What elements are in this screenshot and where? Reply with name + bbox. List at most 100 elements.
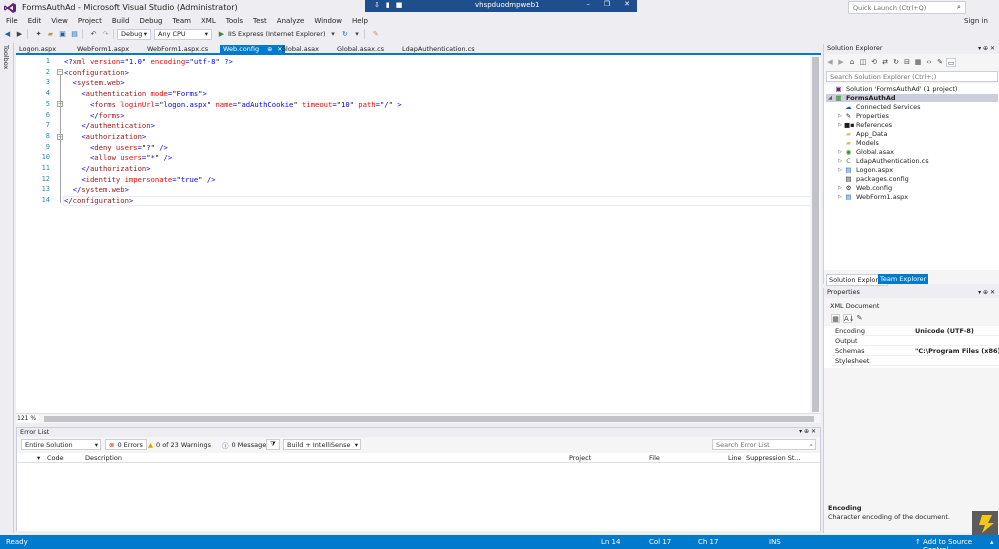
property-row-stylesheet[interactable]: Stylesheet (832, 356, 999, 366)
remote-session-bar[interactable]: ⇩ ▮ ■ vhspduodmpweb1 – ❐ ✕ (365, 0, 637, 12)
collapse-all-icon[interactable]: ⊟ (902, 58, 912, 67)
tab-webform1-aspx[interactable]: WebForm1.aspx (74, 45, 129, 54)
refresh-icon[interactable]: ↻ (891, 58, 901, 67)
save-icon[interactable]: ▣ (58, 30, 67, 39)
tree-item-project[interactable]: ◢ ▦ FormsAuthAd (826, 94, 998, 102)
forward-icon[interactable]: ▶ (836, 58, 846, 67)
menu-xml[interactable]: XML (201, 17, 216, 25)
menu-view[interactable]: View (51, 17, 68, 25)
horizontal-scrollbar-thumb[interactable] (44, 416, 814, 422)
property-value[interactable]: "C:\Program Files (x86)\Micro (915, 347, 999, 355)
tab-global-asax[interactable]: Global.asax (278, 45, 319, 54)
pin-icon[interactable]: ⊕ (983, 289, 988, 296)
preview-icon[interactable]: ▭ (946, 58, 956, 67)
tree-item-app-data[interactable]: ▰ App_Data (836, 130, 887, 138)
expander-icon[interactable]: ▷ (836, 167, 844, 173)
properties-icon[interactable]: ✎ (935, 58, 945, 67)
back-icon[interactable]: ◀ (825, 58, 835, 67)
sign-in-link[interactable]: Sign in (964, 17, 988, 25)
restore-remote-icon[interactable]: ❐ (601, 0, 613, 8)
error-list-title-bar[interactable]: Error List ▾ ⊕ ✕ (17, 428, 820, 437)
tab-team-explorer[interactable]: Team Explorer (878, 274, 929, 284)
chevron-down-icon[interactable]: ▾ (978, 289, 981, 296)
expanded-arrow-icon[interactable]: ◢ (826, 95, 834, 101)
menu-team[interactable]: Team (172, 17, 191, 25)
tab-web-config[interactable]: Web.config ⊕ ✕ (220, 45, 286, 54)
messages-filter-button[interactable]: ⓘ 0 Messages (219, 439, 273, 450)
filter-column-icon[interactable]: ▾ (37, 454, 40, 462)
error-list-search-input[interactable]: Search Error List ⌕ (712, 439, 816, 450)
platform-dropdown[interactable]: Any CPU ▾ (154, 28, 212, 40)
properties-title-bar[interactable]: Properties ▾ ⊕ ✕ (824, 288, 999, 298)
property-row-encoding[interactable]: Encoding Unicode (UTF-8) (832, 326, 999, 336)
filter-toggle-button[interactable]: ⧩ (266, 439, 280, 450)
undo-icon[interactable]: ↶ (89, 30, 98, 39)
menu-debug[interactable]: Debug (139, 17, 162, 25)
column-line[interactable]: Line (728, 454, 742, 462)
property-row-schemas[interactable]: Schemas "C:\Program Files (x86)\Micro (832, 346, 999, 356)
editor-vertical-scrollbar[interactable] (810, 55, 821, 423)
open-file-icon[interactable]: ▰ (46, 30, 55, 39)
tab-webform1-aspx-cs[interactable]: WebForm1.aspx.cs (144, 45, 208, 54)
tree-item-logon-aspx[interactable]: ▷ ▤ Logon.aspx (836, 166, 893, 174)
tab-global-asax-cs[interactable]: Global.asax.cs (334, 45, 384, 54)
refresh-icon[interactable]: ↻ (340, 30, 349, 39)
show-all-files-icon[interactable]: ▦ (913, 58, 923, 67)
chevron-down-icon[interactable]: ▾ (799, 428, 802, 435)
zoom-level-dropdown[interactable]: 121 % (17, 415, 39, 423)
expander-icon[interactable]: ▷ (836, 158, 844, 164)
switch-views-icon[interactable]: ◫ (858, 58, 868, 67)
properties-object-selector[interactable]: XML Document (830, 302, 879, 310)
tree-item-global-asax[interactable]: ▷ ◉ Global.asax (836, 148, 894, 156)
warnings-filter-button[interactable]: ▲ 0 of 23 Warnings (145, 439, 214, 450)
pin-icon[interactable]: ⊕ (983, 45, 988, 52)
configuration-dropdown[interactable]: Debug ▾ (117, 28, 151, 40)
close-icon[interactable]: ✕ (990, 289, 995, 296)
tab-ldap-authentication-cs[interactable]: LdapAuthentication.cs (399, 45, 475, 54)
expander-icon[interactable]: ▷ (836, 113, 844, 119)
collapse-icon[interactable]: − (57, 134, 63, 140)
forward-icon[interactable]: ▶ (15, 30, 24, 39)
new-project-icon[interactable]: ✦ (34, 30, 43, 39)
pin-icon[interactable]: ⊕ (267, 46, 272, 53)
run-icon[interactable]: ▶ (217, 30, 226, 39)
chevron-up-icon[interactable]: ▴ (990, 538, 994, 546)
tree-item-references[interactable]: ▷ ■▪ References (836, 121, 892, 129)
column-project[interactable]: Project (569, 454, 591, 462)
menu-project[interactable]: Project (78, 17, 102, 25)
tree-item-solution[interactable]: ▣ Solution 'FormsAuthAd' (1 project) (826, 85, 957, 93)
menu-analyze[interactable]: Analyze (277, 17, 305, 25)
pin-icon[interactable]: ⇩ (371, 1, 383, 9)
expander-icon[interactable]: ▷ (836, 149, 844, 155)
add-to-source-control-button[interactable]: Add to Source Control (923, 538, 999, 549)
tree-item-connected-services[interactable]: ☁ Connected Services (836, 103, 920, 111)
home-icon[interactable]: ⌂ (847, 58, 857, 67)
close-icon[interactable]: ✕ (811, 428, 816, 435)
menu-window[interactable]: Window (314, 17, 342, 25)
expander-icon[interactable]: ▷ (836, 122, 844, 128)
tree-item-properties[interactable]: ▷ ✎ Properties (836, 112, 889, 120)
search-icon[interactable]: ⌕ (957, 3, 961, 12)
tree-item-ldap-authentication-cs[interactable]: ▷ C LdapAuthentication.cs (836, 157, 929, 165)
property-value[interactable]: Unicode (UTF-8) (915, 327, 999, 335)
save-all-icon[interactable]: ▤ (70, 30, 79, 39)
tree-item-packages-config[interactable]: ▤ packages.config (836, 175, 908, 183)
chevron-down-icon[interactable]: ▾ (328, 30, 337, 39)
redo-icon[interactable]: ↷ (101, 30, 110, 39)
run-target-button[interactable]: IIS Express (Internet Explorer) (228, 30, 325, 38)
sync-icon[interactable]: ⇄ (880, 58, 890, 67)
chevron-down-icon[interactable]: ▾ (352, 30, 361, 39)
column-code[interactable]: Code (47, 454, 64, 462)
close-icon[interactable]: ✕ (990, 45, 995, 52)
menu-file[interactable]: File (6, 17, 18, 25)
tree-item-web-config[interactable]: ▷ ⚙ Web.config (836, 184, 892, 192)
column-description[interactable]: Description (85, 454, 122, 462)
solution-explorer-search-input[interactable]: Search Solution Explorer (Ctrl+;) (826, 71, 998, 82)
tab-logon-aspx[interactable]: Logon.aspx (16, 45, 56, 54)
view-code-icon[interactable]: ‹› (924, 58, 934, 67)
build-filter-dropdown[interactable]: Build + IntelliSense ▾ (283, 439, 361, 450)
menu-tools[interactable]: Tools (226, 17, 243, 25)
code-editor[interactable]: 1 2 3 4 5 6 7 8 9 10 11 12 13 14 − − − <… (16, 55, 823, 423)
errors-filter-button[interactable]: ⊗ 0 Errors (105, 439, 147, 450)
toolbox-tab[interactable]: Toolbox (2, 45, 10, 69)
